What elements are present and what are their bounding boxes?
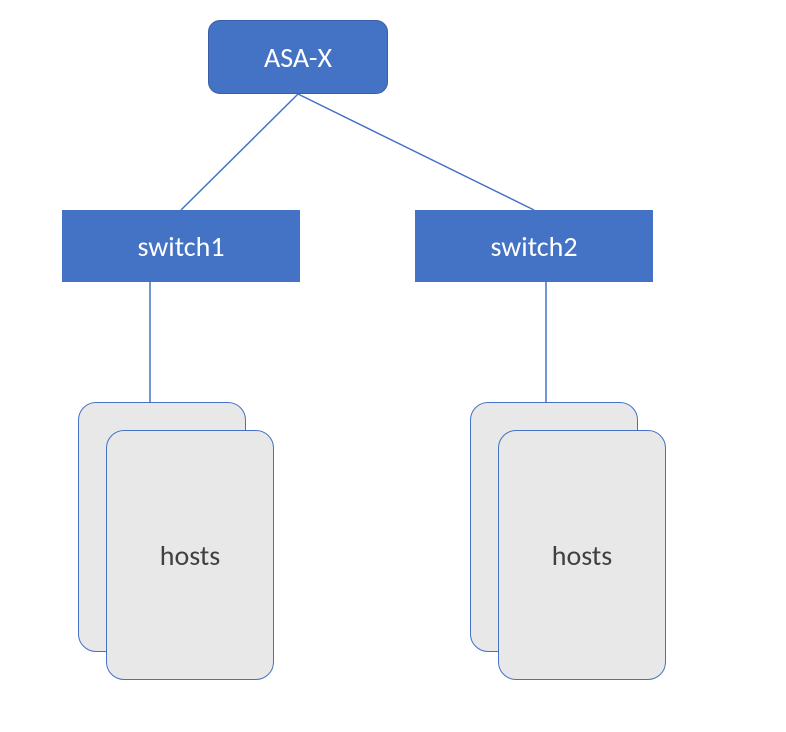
hosts1-card-front: hosts <box>106 430 274 680</box>
line-asa-to-switch1 <box>181 94 298 210</box>
asa-node: ASA-X <box>208 20 388 94</box>
switch2-label: switch2 <box>490 229 577 264</box>
hosts2-label: hosts <box>552 538 612 573</box>
switch1-node: switch1 <box>62 210 300 282</box>
switch2-node: switch2 <box>415 210 653 282</box>
asa-label: ASA-X <box>264 40 332 75</box>
hosts2-card-front: hosts <box>498 430 666 680</box>
switch1-label: switch1 <box>137 229 224 264</box>
diagram-canvas: ASA-X switch1 switch2 hosts hosts <box>0 0 786 732</box>
line-asa-to-switch2 <box>298 94 534 210</box>
hosts1-label: hosts <box>160 538 220 573</box>
